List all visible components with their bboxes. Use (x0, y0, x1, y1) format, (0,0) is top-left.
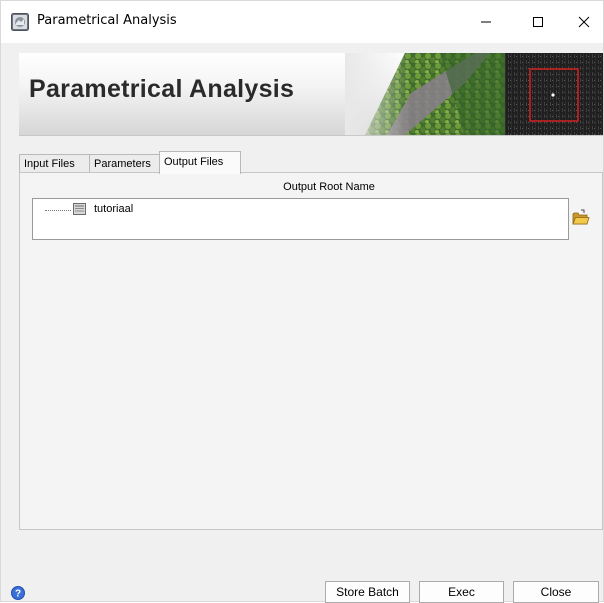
minimize-icon (481, 21, 491, 23)
output-root-name-label: Output Root Name (283, 181, 375, 193)
svg-text:?: ? (15, 589, 21, 600)
exec-button[interactable]: Exec (419, 581, 504, 603)
header-banner: Parametrical Analysis (19, 53, 603, 136)
maximize-button[interactable] (515, 1, 561, 43)
output-file-name[interactable]: tutoriaal (94, 203, 133, 215)
help-icon[interactable]: ? (11, 586, 25, 600)
tab-input-files[interactable]: Input Files (19, 154, 91, 173)
tab-output-files[interactable]: Output Files (159, 151, 241, 174)
tree-connector-line (45, 210, 71, 211)
window-title: Parametrical Analysis (37, 13, 177, 28)
banner-title: Parametrical Analysis (29, 75, 295, 103)
close-window-button[interactable] (561, 1, 604, 43)
close-icon (578, 16, 590, 28)
minimize-button[interactable] (463, 1, 509, 43)
file-icon (73, 203, 86, 215)
tab-parameters[interactable]: Parameters (89, 154, 165, 173)
maximize-icon (533, 17, 543, 27)
store-batch-button[interactable]: Store Batch (325, 581, 410, 603)
title-bar[interactable]: Parametrical Analysis (1, 1, 603, 43)
app-icon (11, 13, 29, 31)
aerial-imagery-banner (345, 53, 603, 135)
output-files-panel: Output Root Name tutoriaal (19, 172, 603, 530)
open-folder-icon[interactable] (572, 209, 590, 227)
parametrical-analysis-window: Parametrical Analysis Parametrical Analy… (0, 0, 604, 603)
output-file-list[interactable]: tutoriaal (32, 198, 569, 240)
close-button[interactable]: Close (513, 581, 599, 603)
